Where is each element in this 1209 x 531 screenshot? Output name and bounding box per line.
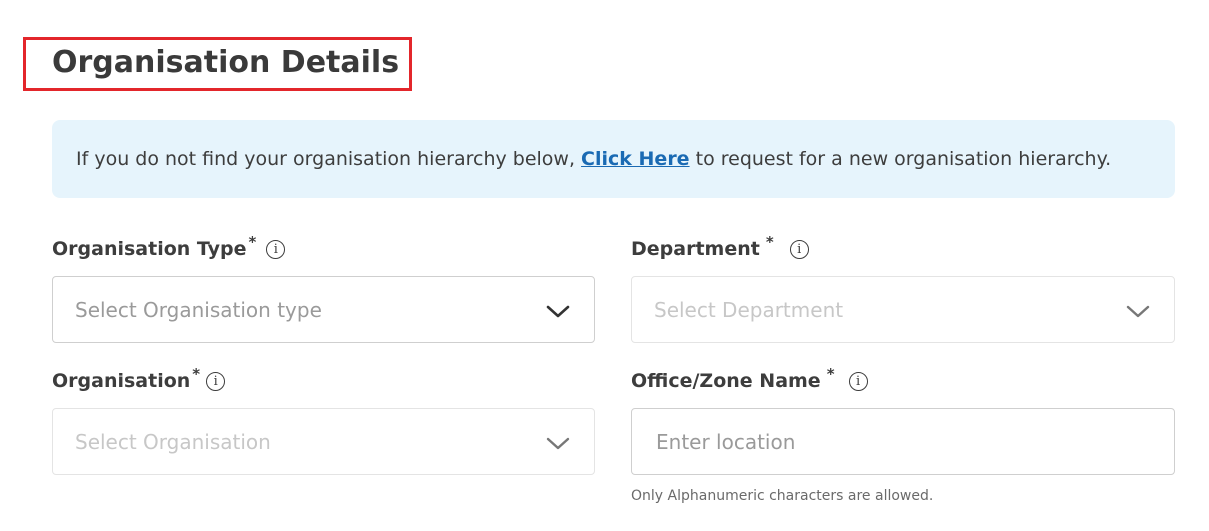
office-zone-label: Office/Zone Name * i <box>631 365 868 396</box>
required-marker: * <box>248 233 257 251</box>
info-banner: If you do not find your organisation hie… <box>52 120 1175 198</box>
office-zone-input[interactable] <box>654 408 1174 475</box>
page-title: Organisation Details <box>52 45 400 80</box>
office-zone-hint: Only Alphanumeric characters are allowed… <box>631 488 934 504</box>
chevron-down-icon <box>1126 305 1150 318</box>
org-type-placeholder: Select Organisation type <box>75 297 322 322</box>
organisation-label: Organisation * i <box>52 365 226 396</box>
chevron-down-icon <box>546 437 570 450</box>
info-icon[interactable]: i <box>848 371 868 391</box>
required-marker: * <box>192 365 201 383</box>
info-icon[interactable]: i <box>789 239 809 259</box>
request-hierarchy-link[interactable]: Click Here <box>581 148 690 170</box>
office-zone-field[interactable] <box>631 408 1175 475</box>
org-type-label: Organisation Type * i <box>52 233 286 264</box>
info-icon[interactable]: i <box>206 371 226 391</box>
chevron-down-icon <box>546 305 570 318</box>
info-icon[interactable]: i <box>266 239 286 259</box>
banner-text-before: If you do not find your organisation hie… <box>76 148 582 170</box>
department-label: Department * i <box>631 233 809 264</box>
required-marker: * <box>765 233 774 251</box>
org-type-select[interactable]: Select Organisation type <box>52 276 595 343</box>
banner-text-after: to request for a new organisation hierar… <box>689 148 1112 170</box>
organisation-select[interactable]: Select Organisation <box>52 408 595 475</box>
department-select[interactable]: Select Department <box>631 276 1175 343</box>
department-placeholder: Select Department <box>654 297 844 322</box>
required-marker: * <box>826 365 835 383</box>
organisation-placeholder: Select Organisation <box>75 429 271 454</box>
